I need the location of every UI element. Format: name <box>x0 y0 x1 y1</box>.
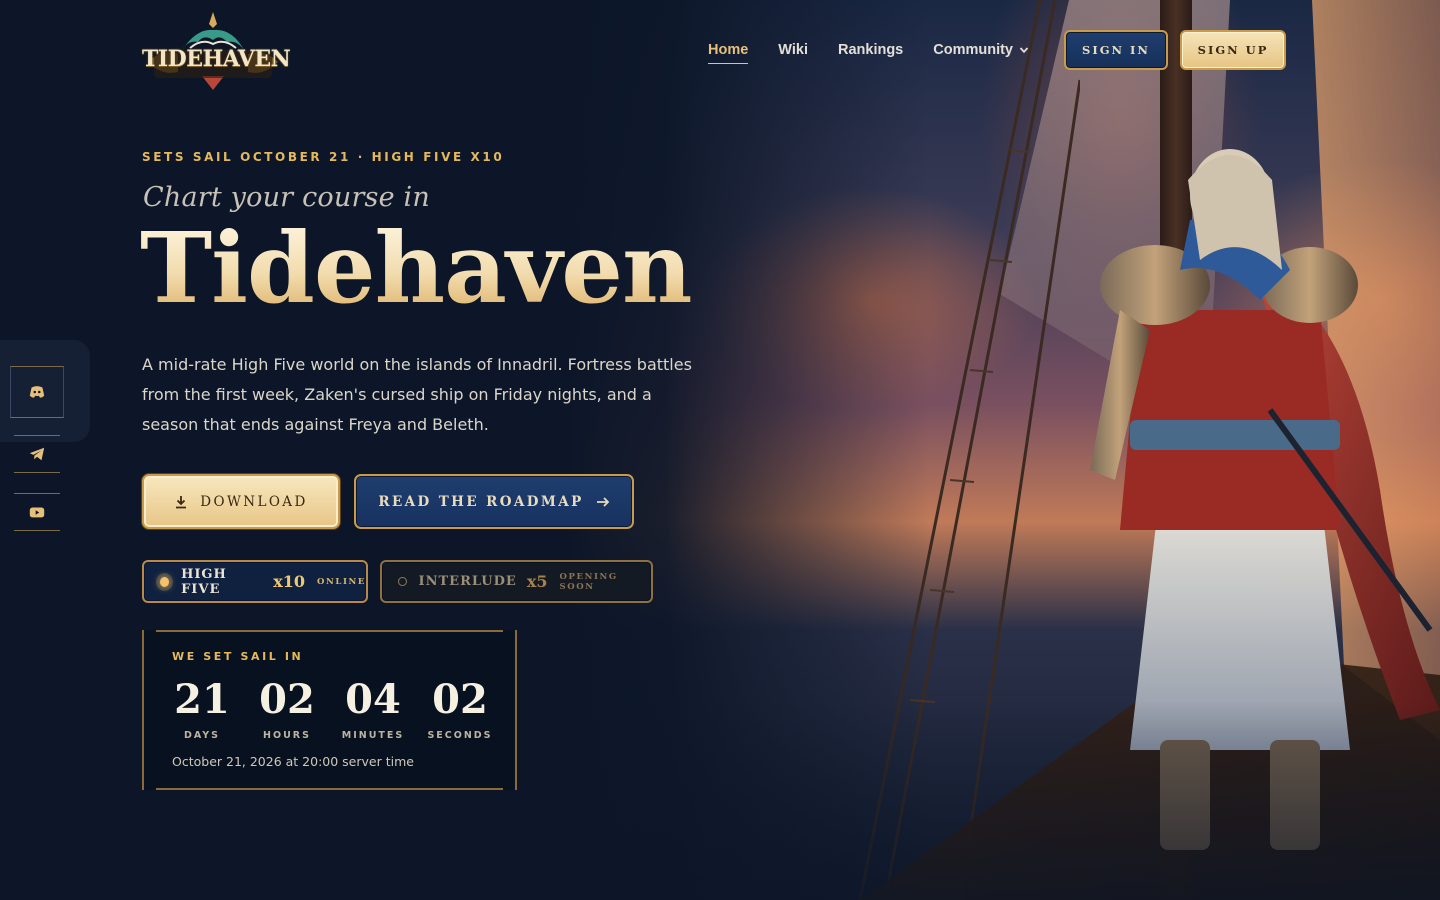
discord-icon <box>29 386 45 398</box>
download-button[interactable]: DOWNLOAD <box>142 474 340 529</box>
online-status-dot <box>160 576 170 587</box>
server-badge-high-five[interactable]: HIGH FIVE x10 ONLINE <box>142 560 368 603</box>
countdown-value: 02 <box>432 676 488 723</box>
server-status: OPENING SOON <box>559 571 618 592</box>
download-label: DOWNLOAD <box>200 493 308 510</box>
sign-up-button[interactable]: SIGN UP <box>1180 30 1286 70</box>
countdown-minutes: 04 MINUTES <box>333 674 413 741</box>
tidehaven-logo[interactable]: TIDEHAVEN <box>142 10 291 92</box>
server-rate: x10 <box>273 572 306 591</box>
countdown-hours: 02 HOURS <box>247 674 327 741</box>
hero-description: A mid-rate High Five world on the island… <box>142 355 692 434</box>
hero-tagline: Chart your course in <box>143 182 430 213</box>
nav-rankings[interactable]: Rankings <box>838 42 903 64</box>
countdown-seconds: 02 SECONDS <box>420 674 500 741</box>
discord-button[interactable] <box>10 366 64 418</box>
nav-community-label: Community <box>933 42 1013 58</box>
countdown-label: DAYS <box>183 730 221 741</box>
countdown-label: HOURS <box>263 730 311 741</box>
server-status: ONLINE <box>317 576 366 587</box>
countdown-value: 04 <box>345 676 401 723</box>
countdown-value: 21 <box>174 676 230 723</box>
server-badge-interlude[interactable]: INTERLUDE x5 OPENING SOON <box>380 560 653 603</box>
nav-community[interactable]: Community <box>933 42 1029 64</box>
server-name: INTERLUDE <box>418 574 517 589</box>
youtube-button[interactable] <box>14 493 60 531</box>
hero-title: Tidehaven <box>140 211 693 325</box>
arrow-right-icon <box>596 496 609 507</box>
nav-home[interactable]: Home <box>708 42 749 64</box>
telegram-button[interactable] <box>14 435 60 473</box>
chevron-down-icon <box>1019 47 1029 54</box>
launch-countdown: WE SET SAIL IN 21 DAYS 02 HOURS 04 MINUT… <box>142 630 517 790</box>
telegram-icon <box>29 447 45 461</box>
server-rate: x5 <box>526 572 548 591</box>
read-roadmap-button[interactable]: READ THE ROADMAP <box>354 474 634 529</box>
countdown-label: SECONDS <box>427 730 493 741</box>
download-icon <box>176 495 187 508</box>
logo-wordmark: TIDEHAVEN <box>142 46 291 72</box>
read-roadmap-label: READ THE ROADMAP <box>378 493 584 510</box>
nav-wiki[interactable]: Wiki <box>778 42 808 64</box>
countdown-days: 21 DAYS <box>162 674 242 741</box>
countdown-value: 02 <box>259 676 315 723</box>
main-navigation: Home Wiki Rankings Community <box>708 40 1059 66</box>
sign-in-button[interactable]: SIGN IN <box>1064 30 1168 70</box>
hero-illustration <box>560 0 1440 900</box>
countdown-heading: WE SET SAIL IN <box>172 650 304 663</box>
hero-kicker: SETS SAIL OCTOBER 21 · HIGH FIVE X10 <box>142 150 505 164</box>
countdown-server-time: October 21, 2026 at 20:00 server time <box>172 754 414 769</box>
offline-status-dot <box>398 577 407 586</box>
youtube-icon <box>29 507 45 518</box>
countdown-label: MINUTES <box>341 730 405 741</box>
server-name: HIGH FIVE <box>181 566 227 597</box>
